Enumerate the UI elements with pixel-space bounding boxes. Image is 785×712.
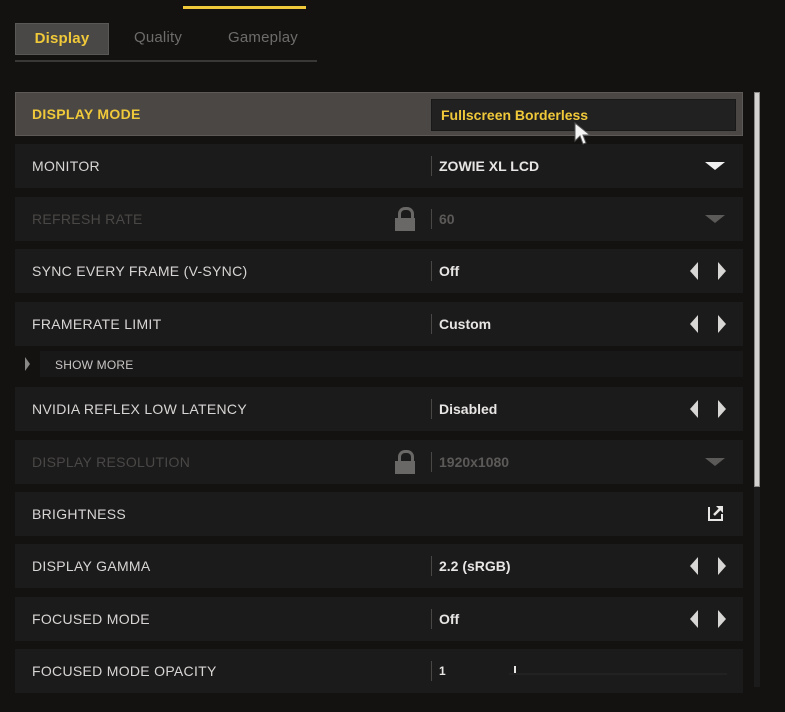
dropdown-value: Fullscreen Borderless — [441, 107, 589, 123]
setting-value: ZOWIE XL LCD — [439, 158, 540, 174]
setting-label: BRIGHTNESS — [32, 506, 127, 522]
external-link-icon[interactable] — [707, 504, 725, 522]
arrow-left-icon[interactable] — [690, 610, 698, 628]
scrollbar-thumb[interactable] — [754, 92, 760, 487]
divider — [431, 261, 432, 281]
setting-monitor[interactable]: MONITOR ZOWIE XL LCD — [15, 144, 743, 188]
arrow-right-icon[interactable] — [718, 610, 726, 628]
caret-down-icon — [705, 458, 725, 466]
tab-quality[interactable]: Quality — [119, 23, 197, 53]
opacity-slider-thumb[interactable] — [514, 666, 517, 673]
show-more-toggle[interactable]: SHOW MORE — [15, 348, 743, 382]
setting-brightness[interactable]: BRIGHTNESS — [15, 492, 743, 536]
settings-tabs: Display Quality Gameplay — [15, 22, 317, 62]
setting-value: Disabled — [439, 401, 498, 417]
divider — [431, 609, 432, 629]
setting-focused-mode-opacity[interactable]: FOCUSED MODE OPACITY 1 — [15, 649, 743, 693]
setting-label: NVIDIA REFLEX LOW LATENCY — [32, 401, 247, 417]
setting-label: MONITOR — [32, 158, 100, 174]
arrow-left-icon[interactable] — [690, 557, 698, 575]
arrow-left-icon[interactable] — [690, 262, 698, 280]
arrow-right-icon[interactable] — [718, 400, 726, 418]
setting-value: 60 — [439, 211, 455, 227]
setting-value: 1920x1080 — [439, 454, 510, 470]
caret-down-icon[interactable] — [705, 162, 725, 170]
setting-focused-mode[interactable]: FOCUSED MODE Off — [15, 597, 743, 641]
divider — [431, 209, 432, 229]
show-more-background — [40, 351, 743, 377]
setting-value: Off — [439, 263, 460, 279]
arrow-left-icon[interactable] — [690, 315, 698, 333]
opacity-slider-track[interactable] — [509, 673, 727, 675]
setting-label: SYNC EVERY FRAME (V-SYNC) — [32, 263, 248, 279]
setting-label: REFRESH RATE — [32, 211, 143, 227]
divider — [431, 452, 432, 472]
top-accent-bar — [183, 6, 306, 9]
setting-display-mode[interactable]: DISPLAY MODE Fullscreen Borderless — [15, 92, 743, 136]
arrow-left-icon[interactable] — [690, 400, 698, 418]
setting-label: DISPLAY GAMMA — [32, 558, 151, 574]
slider-value: 1 — [439, 664, 446, 678]
tab-gameplay[interactable]: Gameplay — [215, 23, 311, 53]
divider — [431, 314, 432, 334]
tab-display[interactable]: Display — [15, 23, 109, 55]
expand-arrow-icon[interactable] — [25, 357, 30, 371]
lock-icon — [395, 450, 415, 474]
setting-value: Custom — [439, 316, 492, 332]
setting-label: FRAMERATE LIMIT — [32, 316, 162, 332]
setting-label: FOCUSED MODE OPACITY — [32, 663, 217, 679]
divider — [431, 556, 432, 576]
setting-display-resolution: DISPLAY RESOLUTION 1920x1080 — [15, 440, 743, 484]
arrow-right-icon[interactable] — [718, 557, 726, 575]
divider — [431, 661, 432, 681]
setting-label: DISPLAY MODE — [32, 106, 141, 122]
arrow-right-icon[interactable] — [718, 315, 726, 333]
setting-nvidia-reflex[interactable]: NVIDIA REFLEX LOW LATENCY Disabled — [15, 387, 743, 431]
divider — [431, 156, 432, 176]
mouse-cursor-icon — [574, 122, 592, 145]
setting-framerate-limit[interactable]: FRAMERATE LIMIT Custom — [15, 302, 743, 346]
show-more-label[interactable]: SHOW MORE — [55, 348, 133, 382]
setting-label: DISPLAY RESOLUTION — [32, 454, 191, 470]
setting-vsync[interactable]: SYNC EVERY FRAME (V-SYNC) Off — [15, 249, 743, 293]
arrow-right-icon[interactable] — [718, 262, 726, 280]
setting-display-gamma[interactable]: DISPLAY GAMMA 2.2 (sRGB) — [15, 544, 743, 588]
setting-value: Off — [439, 611, 460, 627]
divider — [431, 399, 432, 419]
setting-label: FOCUSED MODE — [32, 611, 150, 627]
lock-icon — [395, 207, 415, 231]
caret-down-icon — [705, 215, 725, 223]
setting-value: 2.2 (sRGB) — [439, 558, 511, 574]
setting-refresh-rate: REFRESH RATE 60 — [15, 197, 743, 241]
